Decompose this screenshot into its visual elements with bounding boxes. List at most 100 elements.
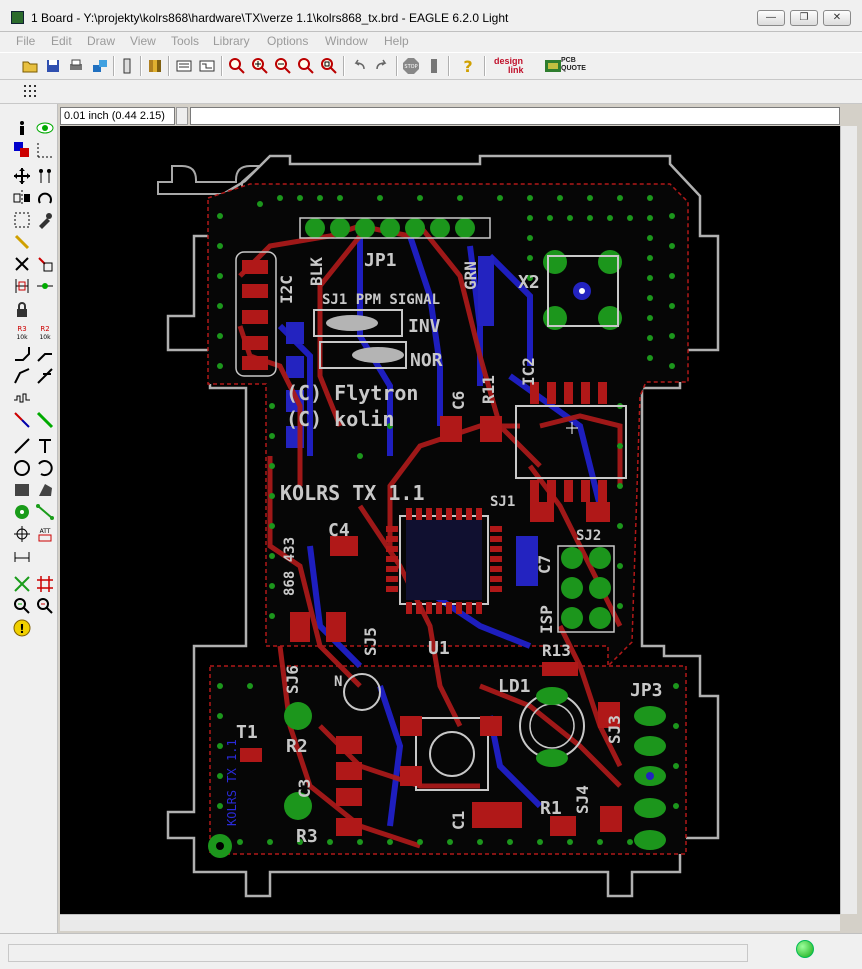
label-r3: R3 — [296, 826, 318, 847]
polygon-icon[interactable] — [35, 480, 55, 500]
mirror-icon[interactable] — [12, 188, 32, 208]
menu-library[interactable]: Library — [213, 34, 250, 48]
menu-draw[interactable]: Draw — [87, 34, 115, 48]
menu-edit[interactable]: Edit — [51, 34, 72, 48]
zoom-in-icon[interactable] — [251, 57, 269, 75]
zoom-fit-icon[interactable] — [228, 57, 246, 75]
miter-icon[interactable] — [12, 344, 32, 364]
label-c1: C1 — [449, 811, 468, 830]
pcb-quote-icon[interactable] — [544, 57, 562, 75]
menu-tools[interactable]: Tools — [171, 34, 199, 48]
stop-icon[interactable]: STOP — [402, 57, 420, 75]
menu-bar: File Edit Draw View Tools Library Option… — [0, 32, 862, 52]
print-icon[interactable] — [67, 57, 85, 75]
label-c6: C6 — [449, 391, 468, 410]
wire-route-icon[interactable] — [12, 410, 32, 430]
rect-icon[interactable] — [12, 480, 32, 500]
quote-logo-text: QUOTE — [561, 65, 586, 72]
copy-icon[interactable] — [35, 166, 55, 186]
wire-icon[interactable] — [12, 436, 32, 456]
autoroute-icon[interactable] — [35, 410, 55, 430]
show-icon[interactable] — [35, 118, 55, 138]
dimension-icon[interactable] — [12, 546, 32, 566]
group-icon[interactable] — [12, 210, 32, 230]
designlink-logo-link: link — [508, 65, 524, 75]
label-sj2: SJ2 — [576, 528, 601, 544]
optimize-icon[interactable] — [12, 366, 32, 386]
script-icon[interactable] — [118, 57, 136, 75]
svg-text:R2: R2 — [40, 325, 49, 333]
library-icon[interactable] — [146, 57, 164, 75]
lock-icon[interactable] — [12, 300, 32, 320]
name-icon[interactable] — [12, 276, 32, 296]
change-icon[interactable] — [35, 210, 55, 230]
add-icon[interactable] — [35, 254, 55, 274]
designlink-logo[interactable]: design link — [494, 57, 524, 75]
arc-icon[interactable] — [35, 458, 55, 478]
coordinate-toggle-button[interactable] — [176, 107, 188, 125]
move-icon[interactable] — [12, 166, 32, 186]
schematic-icon[interactable] — [175, 57, 193, 75]
zoom-redraw-icon[interactable] — [297, 57, 315, 75]
label-x2: X2 — [518, 272, 540, 293]
restore-button[interactable]: ❐ — [790, 10, 818, 26]
route-icon[interactable] — [35, 366, 55, 386]
autorouter-icon[interactable] — [35, 574, 55, 594]
help-icon[interactable]: ? — [459, 57, 477, 76]
split-value-icon[interactable]: R2 10k — [35, 322, 55, 342]
ratsnest-icon[interactable] — [12, 574, 32, 594]
circle-icon[interactable] — [12, 458, 32, 478]
split-icon[interactable] — [35, 344, 55, 364]
horizontal-scrollbar[interactable] — [60, 914, 840, 931]
drc-icon[interactable] — [35, 596, 55, 616]
open-icon[interactable] — [21, 57, 39, 75]
zoom-select-icon[interactable] — [320, 57, 338, 75]
menu-file[interactable]: File — [16, 34, 35, 48]
errors-icon[interactable]: ! — [12, 618, 32, 638]
attribute-icon[interactable]: ATT — [35, 524, 55, 544]
value-icon[interactable] — [35, 276, 55, 296]
svg-text:?: ? — [463, 57, 472, 75]
save-icon[interactable] — [44, 57, 62, 75]
status-bar — [0, 933, 862, 969]
status-ready-icon[interactable] — [796, 940, 814, 958]
cam-icon[interactable] — [91, 57, 109, 75]
ripup-icon[interactable] — [12, 388, 32, 408]
close-button[interactable]: ✕ — [823, 10, 851, 26]
command-input[interactable] — [190, 107, 840, 125]
display-icon[interactable] — [12, 140, 32, 160]
erc-icon[interactable] — [12, 596, 32, 616]
board-icon[interactable] — [198, 57, 216, 75]
hole-icon[interactable] — [12, 524, 32, 544]
via-icon[interactable] — [12, 502, 32, 522]
vertical-scrollbar[interactable] — [840, 126, 857, 914]
text-icon[interactable] — [35, 436, 55, 456]
rotate-icon[interactable] — [35, 188, 55, 208]
signal-icon[interactable] — [35, 502, 55, 522]
undo-icon[interactable] — [350, 57, 368, 75]
menu-window[interactable]: Window — [325, 34, 368, 48]
grid-icon[interactable] — [22, 83, 40, 101]
title-bar: 1 Board - Y:\projekty\kolrs868\hardware\… — [0, 0, 862, 32]
smash-icon[interactable]: R3 10k — [12, 322, 32, 342]
command-toolbar: R3 10k R2 10k ATT ! — [0, 104, 58, 934]
info-icon[interactable] — [12, 118, 32, 138]
menu-help[interactable]: Help — [384, 34, 409, 48]
pcb-quote-logo[interactable]: PCB QUOTE — [561, 57, 586, 73]
go-icon[interactable] — [425, 57, 443, 75]
delete-icon[interactable] — [12, 254, 32, 274]
label-copyright-1: (C) Flytron — [286, 381, 418, 405]
menu-options[interactable]: Options — [267, 34, 308, 48]
board-canvas[interactable]: JP1 X2 I2C BLK GRN SJ1 PPM SIGNAL INV NO… — [60, 126, 840, 914]
redo-icon[interactable] — [373, 57, 391, 75]
label-t1: T1 — [236, 722, 258, 743]
eagle-app-icon[interactable] — [11, 11, 24, 24]
minimize-button[interactable]: — — [757, 10, 785, 26]
label-kolrs-title: KOLRS TX 1.1 — [280, 481, 425, 505]
label-i2c: I2C — [277, 275, 296, 304]
zoom-out-icon[interactable] — [274, 57, 292, 75]
parameter-toolbar — [0, 80, 862, 104]
paste-icon[interactable] — [12, 232, 32, 252]
mark-icon[interactable] — [35, 140, 55, 160]
menu-view[interactable]: View — [130, 34, 156, 48]
